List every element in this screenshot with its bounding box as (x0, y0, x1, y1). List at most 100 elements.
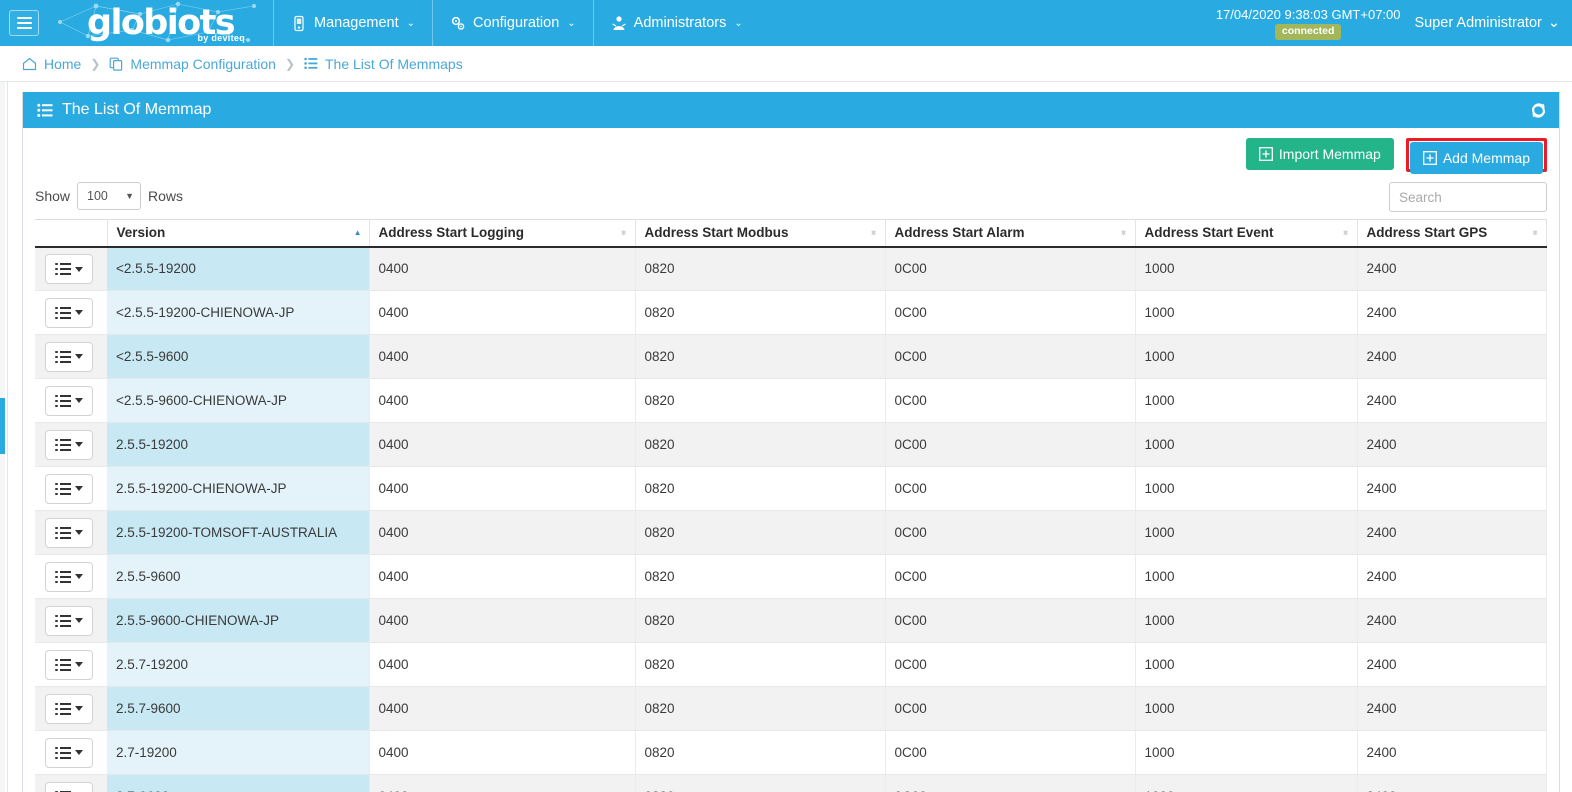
sort-indicator-event[interactable]: ▲ ▼ (1342, 228, 1350, 237)
table-cell-logging: 0400 (369, 730, 636, 775)
row-actions-button[interactable] (45, 341, 93, 372)
table-cell-action (35, 290, 107, 335)
breadcrumb-item-home[interactable]: Home (22, 56, 81, 72)
rows-per-page-select[interactable]: 100 ▼ (77, 182, 142, 210)
row-actions-button[interactable] (45, 297, 93, 328)
table-cell-version: 2.5.5-9600 (107, 554, 370, 599)
table-row[interactable]: 2.7-9600040008200C0010002400 (35, 774, 1547, 792)
brand-logo[interactable]: globiots by deviteq (48, 0, 273, 46)
import-memmap-button[interactable]: Import Memmap (1245, 138, 1394, 170)
table-cell-logging: 0400 (369, 774, 636, 792)
row-actions-button[interactable] (45, 473, 93, 504)
caret-down-icon (75, 750, 83, 756)
table-row[interactable]: <2.5.5-19200 0400 0820 0C00 1000 2400 (35, 246, 1547, 291)
table-cell-event: 1000 (1135, 246, 1358, 291)
table-row[interactable]: <2.5.5-19200-CHIENOWA-JP 0400 0820 0C00 1000… (35, 290, 1547, 335)
nav-item-configuration[interactable]: Configuration ⌄ (432, 0, 593, 46)
refresh-icon[interactable] (1530, 102, 1547, 119)
table-cell-logging: 0400 (369, 334, 636, 379)
table-row[interactable]: 2.5.5-9600-CHIENOWA-JP 0400 0820 0C00 1000 24… (35, 598, 1547, 643)
table-cell-version: 2.5.5-19200-CHIENOWA-JP (107, 466, 370, 511)
row-actions-button[interactable] (45, 429, 93, 460)
breadcrumb-label-memmap-configuration: Memmap Configuration (130, 55, 276, 72)
table-row[interactable]: 2.7-19200 0400 0820 0C00 1000 2400 (35, 730, 1547, 775)
plus-square-icon (1258, 147, 1273, 161)
search-input[interactable] (1389, 182, 1547, 212)
panel-header: The List Of Memmap (23, 92, 1559, 128)
table-cell-gps: 2400 (1357, 378, 1547, 423)
nav-item-administrators[interactable]: Administrators ⌄ (592, 0, 760, 46)
page-scrollbar-thumb[interactable] (0, 398, 5, 454)
list-dropdown-icon (55, 571, 71, 584)
nav-item-management[interactable]: Management ⌄ (273, 0, 432, 46)
table-cell-gps: 2400 (1357, 642, 1547, 687)
table-cell-event: 1000 (1135, 642, 1358, 687)
table-cell-action (35, 334, 107, 379)
row-actions-button[interactable] (45, 561, 93, 592)
page-content: The List Of Memmap Import Memmap Add Mem… (0, 82, 1572, 792)
memmap-table-wrap: Version ▲ Address Start Logging ▲ ▼ Address S… (35, 219, 1547, 792)
table-header-version[interactable]: Version ▲ (107, 219, 370, 248)
breadcrumb-item-list-of-memmaps: The List Of Memmaps (304, 56, 463, 72)
table-cell-modbus: 0820 (635, 290, 886, 335)
table-header-gps[interactable]: Address Start GPS ▲ ▼ (1357, 219, 1547, 248)
table-cell-event: 1000 (1135, 466, 1358, 511)
chevron-down-icon: ▼ (125, 191, 135, 201)
table-header-logging[interactable]: Address Start Logging ▲ ▼ (369, 219, 636, 248)
table-cell-gps: 2400 (1357, 290, 1547, 335)
table-cell-version: 2.5.5-19200 (107, 422, 370, 467)
table-row[interactable]: 2.5.5-19200-CHIENOWA-JP 0400 0820 0C00 1000 2… (35, 466, 1547, 511)
table-row[interactable]: 2.5.5-19200 0400 0820 0C00 1000 2400 (35, 422, 1547, 467)
sort-indicator-gps[interactable]: ▲ ▼ (1531, 228, 1539, 237)
table-cell-alarm: 0C00 (885, 246, 1136, 291)
table-cell-alarm: 0C00 (885, 334, 1136, 379)
table-row[interactable]: 2.5.7-19200 0400 0820 0C00 1000 2400 (35, 642, 1547, 687)
panel-body: Import Memmap Add Memmap Show 100 ▼ Rows… (23, 128, 1559, 792)
plus-square-icon (1422, 151, 1437, 165)
table-cell-event: 1000 (1135, 510, 1358, 555)
page-scrollbar-track[interactable] (0, 82, 5, 792)
table-row[interactable]: 2.5.5-19200-TOMSOFT-AUSTRALIA 0400 0820 0C0… (35, 510, 1547, 555)
list-dropdown-icon (55, 527, 71, 540)
table-cell-alarm: 0C00 (885, 554, 1136, 599)
table-cell-alarm: 0C00 (885, 378, 1136, 423)
nav-label-administrators: Administrators (633, 15, 727, 31)
table-controls: Show 100 ▼ Rows (35, 181, 1547, 211)
table-row[interactable]: <2.5.5-9600 0400 0820 0C00 1000 2400 (35, 334, 1547, 379)
table-header-event[interactable]: Address Start Event ▲ ▼ (1135, 219, 1358, 248)
add-memmap-button[interactable]: Add Memmap (1409, 142, 1543, 174)
table-header-modbus[interactable]: Address Start Modbus ▲ ▼ (635, 219, 886, 248)
caret-down-icon (75, 574, 83, 580)
table-row[interactable]: 2.5.7-9600 0400 0820 0C00 1000 2400 (35, 686, 1547, 731)
import-memmap-label: Import Memmap (1278, 146, 1381, 162)
table-header-alarm[interactable]: Address Start Alarm ▲ ▼ (885, 219, 1136, 248)
sort-indicator-alarm[interactable]: ▲ ▼ (1120, 228, 1128, 237)
table-cell-logging: 0400 (369, 686, 636, 731)
row-actions-button[interactable] (45, 737, 93, 768)
table-cell-logging: 0400 (369, 378, 636, 423)
list-dropdown-icon (55, 747, 71, 760)
row-actions-button[interactable] (45, 385, 93, 416)
table-cell-alarm: 0C00 (885, 686, 1136, 731)
table-header-label-alarm: Address Start Alarm (894, 225, 1025, 241)
user-menu[interactable]: Super Administrator ⌄ (1415, 15, 1561, 31)
row-actions-button[interactable] (45, 781, 93, 792)
table-cell-modbus: 0820 (635, 686, 886, 731)
device-icon (294, 15, 304, 31)
nav-label-configuration: Configuration (473, 15, 560, 31)
caret-down-icon (75, 530, 83, 536)
table-cell-event: 1000 (1135, 290, 1358, 335)
table-row[interactable]: 2.5.5-9600 0400 0820 0C00 1000 2400 (35, 554, 1547, 599)
list-dropdown-icon (55, 307, 71, 320)
row-actions-button[interactable] (45, 254, 93, 285)
caret-down-icon (75, 486, 83, 492)
menu-toggle-button[interactable] (9, 10, 39, 36)
row-actions-button[interactable] (45, 649, 93, 680)
breadcrumb-item-memmap-configuration[interactable]: Memmap Configuration (109, 56, 276, 72)
table-row[interactable]: <2.5.5-9600-CHIENOWA-JP 0400 0820 0C00 1000 2… (35, 378, 1547, 423)
row-actions-button[interactable] (45, 605, 93, 636)
row-actions-button[interactable] (45, 517, 93, 548)
sort-indicator-logging[interactable]: ▲ ▼ (620, 228, 628, 237)
row-actions-button[interactable] (45, 693, 93, 724)
sort-indicator-modbus[interactable]: ▲ ▼ (870, 228, 878, 237)
